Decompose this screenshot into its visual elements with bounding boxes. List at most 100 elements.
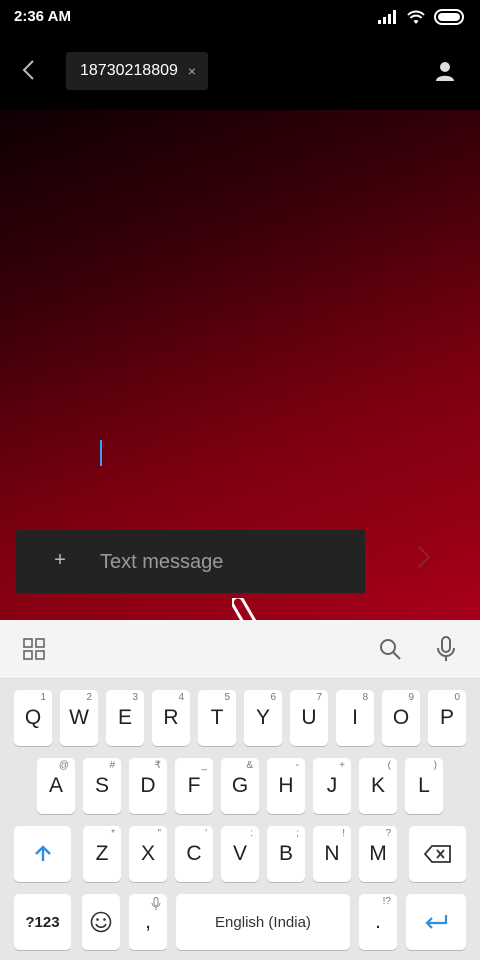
key-s[interactable]: # S <box>83 758 121 814</box>
key-label: A <box>48 774 63 797</box>
symbols-key[interactable]: ?123 <box>14 894 71 950</box>
comma-label: , <box>145 910 151 933</box>
key-label: H <box>278 774 294 797</box>
key-alt-label: 9 <box>408 692 414 703</box>
key-y[interactable]: 6Y <box>244 690 282 746</box>
key-label: J <box>326 774 338 797</box>
message-input[interactable] <box>100 544 350 580</box>
key-label: E <box>117 706 132 729</box>
key-j[interactable]: + J <box>313 758 351 814</box>
key-q[interactable]: 1Q <box>14 690 52 746</box>
recipient-number: 18730218809 <box>80 62 178 79</box>
key-label: U <box>301 706 317 729</box>
key-r[interactable]: 4R <box>152 690 190 746</box>
backspace-key[interactable] <box>409 826 466 882</box>
key-m[interactable]: ? M <box>359 826 397 882</box>
key-i[interactable]: 8I <box>336 690 374 746</box>
key-u[interactable]: 7U <box>290 690 328 746</box>
key-label: N <box>324 842 340 865</box>
text-caret <box>100 440 102 466</box>
wifi-icon <box>407 10 425 24</box>
emoji-key[interactable] <box>82 894 120 950</box>
status-time: 2:36 AM <box>14 8 71 25</box>
key-alt-label: ( <box>387 760 391 771</box>
key-label: S <box>94 774 109 797</box>
grid-icon <box>23 638 45 660</box>
space-key[interactable]: English (India) <box>176 894 350 950</box>
space-label: English (India) <box>215 913 311 931</box>
key-x[interactable]: " X <box>129 826 167 882</box>
key-alt-label: - <box>295 760 299 771</box>
key-label: M <box>369 842 387 865</box>
key-alt-label: 7 <box>316 692 322 703</box>
key-alt-label: @ <box>58 760 69 771</box>
send-button[interactable] <box>410 542 438 572</box>
backspace-icon <box>423 845 451 863</box>
key-label: Q <box>24 706 42 729</box>
enter-key[interactable] <box>406 894 466 950</box>
recipient-chip[interactable]: 18730218809 × <box>66 52 209 90</box>
signal-icon <box>378 10 396 24</box>
key-alt-label: & <box>246 760 253 771</box>
keyboard-toolbar <box>0 620 480 679</box>
key-label: Y <box>255 706 270 729</box>
key-alt-label: ; <box>296 828 299 839</box>
key-p[interactable]: 0P <box>428 690 466 746</box>
key-label: W <box>69 706 89 729</box>
key-a[interactable]: @ A <box>37 758 75 814</box>
key-alt-label: 4 <box>178 692 184 703</box>
key-alt-label: ' <box>205 828 207 839</box>
key-o[interactable]: 9O <box>382 690 420 746</box>
key-label: I <box>352 706 358 729</box>
key-k[interactable]: (K <box>359 758 397 814</box>
keyboard-search-button[interactable] <box>376 635 404 663</box>
key-d[interactable]: ₹ D <box>129 758 167 814</box>
enter-arrow-icon <box>425 915 448 929</box>
key-alt-label: 0 <box>454 692 460 703</box>
period-alt-label: !? <box>382 896 391 907</box>
key-alt-label: + <box>339 760 345 771</box>
key-h[interactable]: -H <box>267 758 305 814</box>
chevron-left-icon <box>22 60 34 80</box>
key-f[interactable]: _ F <box>175 758 213 814</box>
comma-key[interactable]: , <box>129 894 167 950</box>
key-v[interactable]: :V <box>221 826 259 882</box>
battery-icon <box>434 9 464 25</box>
apps-grid-button[interactable] <box>20 635 48 663</box>
key-z[interactable]: * Z <box>83 826 121 882</box>
key-alt-label: ₹ <box>154 760 161 771</box>
voice-input-button[interactable] <box>432 635 460 663</box>
add-contact-button[interactable] <box>432 58 458 84</box>
status-icons <box>378 8 466 26</box>
key-alt-label: # <box>109 760 115 771</box>
remove-recipient-icon[interactable]: × <box>188 63 196 79</box>
key-label: F <box>187 774 201 797</box>
key-c[interactable]: ' C <box>175 826 213 882</box>
key-alt-label: 5 <box>224 692 230 703</box>
status-bar: 2:36 AM <box>0 0 480 34</box>
period-key[interactable]: !? . <box>359 894 397 950</box>
key-t[interactable]: 5T <box>198 690 236 746</box>
back-button[interactable] <box>14 56 42 84</box>
shift-key[interactable] <box>14 826 71 882</box>
conversation-area: + <box>0 110 480 633</box>
key-alt-label: 8 <box>362 692 368 703</box>
key-w[interactable]: 2W <box>60 690 98 746</box>
attach-button[interactable]: + <box>50 550 70 570</box>
shift-arrow-icon <box>34 845 51 861</box>
smiley-icon <box>90 911 112 933</box>
key-label: O <box>392 706 410 729</box>
key-alt-label: * <box>111 828 115 839</box>
period-label: . <box>375 910 381 933</box>
key-g[interactable]: & G <box>221 758 259 814</box>
key-n[interactable]: ! N <box>313 826 351 882</box>
app-header: 18730218809 × <box>0 34 480 110</box>
key-label: G <box>231 774 249 797</box>
key-label: C <box>186 842 202 865</box>
key-l[interactable]: ) L <box>405 758 443 814</box>
key-alt-label: 2 <box>86 692 92 703</box>
key-b[interactable]: ; B <box>267 826 305 882</box>
key-alt-label: 3 <box>132 692 138 703</box>
search-icon <box>380 639 401 660</box>
key-e[interactable]: 3E <box>106 690 144 746</box>
